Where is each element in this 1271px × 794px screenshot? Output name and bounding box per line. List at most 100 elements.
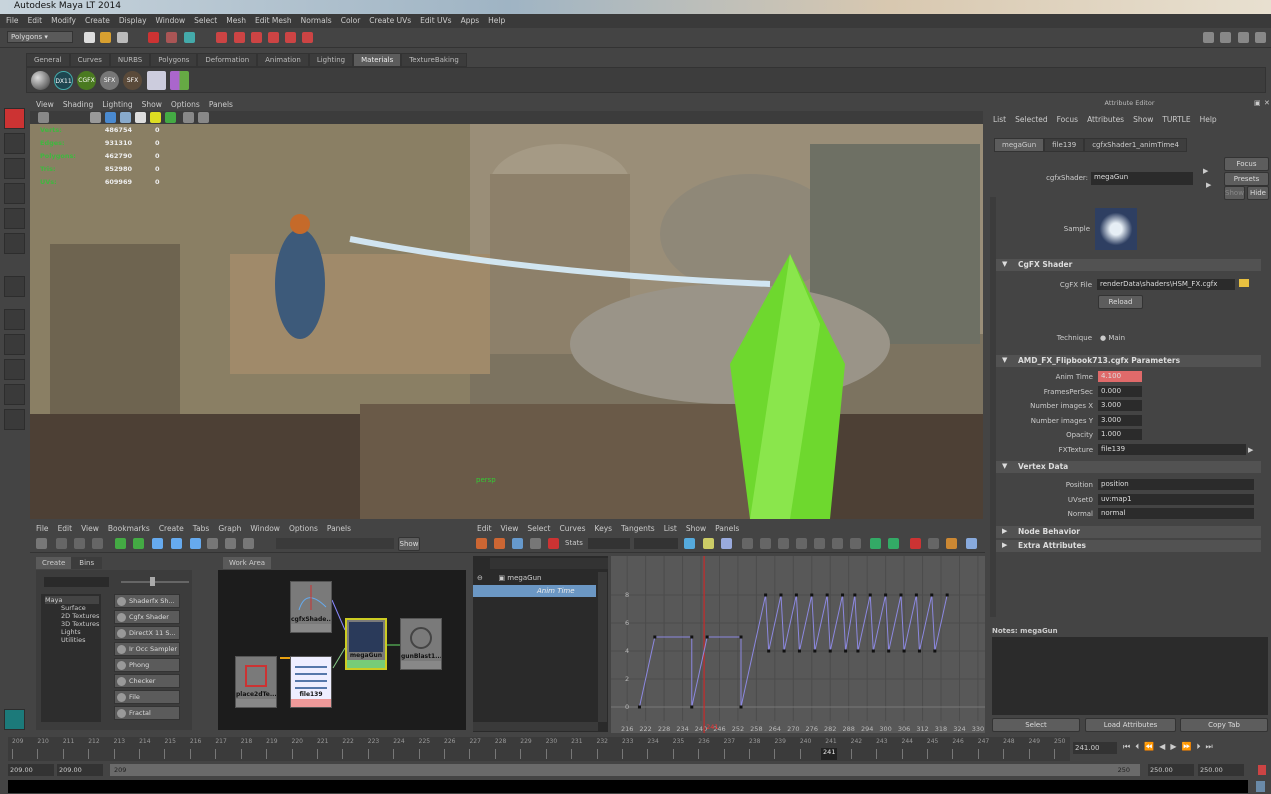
isolate-icon[interactable] xyxy=(165,112,176,123)
linear-tangent-icon[interactable] xyxy=(796,538,807,549)
cgfx-shader-node[interactable]: cgfxShade... xyxy=(290,581,332,633)
wireframe-on-shaded-icon[interactable] xyxy=(120,112,131,123)
keyframe[interactable] xyxy=(810,593,814,597)
stats-frame-field[interactable] xyxy=(588,538,630,549)
hypershade-menu-view[interactable]: View xyxy=(81,524,99,533)
keyframe[interactable] xyxy=(868,593,872,597)
playback-end-field[interactable]: 250.00 xyxy=(1148,764,1194,776)
go-to-end-icon[interactable]: ⏭ xyxy=(1205,742,1212,752)
outliner-item-anim-time[interactable]: Anim Time xyxy=(473,585,596,597)
float-panel-icon[interactable]: ▣ xyxy=(1254,99,1261,107)
menu-help[interactable]: Help xyxy=(488,16,505,26)
graph-network-icon[interactable] xyxy=(152,538,163,549)
library-item[interactable]: DirectX 11 S... xyxy=(114,626,180,640)
graph-menu-edit[interactable]: Edit xyxy=(477,524,492,533)
snap-plane-icon[interactable] xyxy=(268,32,279,43)
keyframe[interactable] xyxy=(856,649,860,653)
wireframe-icon[interactable] xyxy=(90,112,101,123)
graph-menu-list[interactable]: List xyxy=(664,524,677,533)
step-back-key-icon[interactable]: ⏪ xyxy=(1144,742,1154,752)
menu-set-dropdown[interactable]: Polygons ▾ xyxy=(7,31,73,43)
shelf-tab-materials[interactable]: Materials xyxy=(353,53,402,67)
tree-item-3d-textures[interactable]: 3D Textures xyxy=(61,620,99,628)
viewport-menu-shading[interactable]: Shading xyxy=(63,100,93,109)
snap-live-icon[interactable] xyxy=(302,32,313,43)
keyframe[interactable] xyxy=(767,649,771,653)
hypershade-menu-options[interactable]: Options xyxy=(289,524,318,533)
keyframe[interactable] xyxy=(902,649,906,653)
persp-graph-layout-icon[interactable] xyxy=(4,384,25,405)
menu-display[interactable]: Display xyxy=(119,16,147,26)
center-current-icon[interactable] xyxy=(721,538,732,549)
shaderfx-icon[interactable]: SFX xyxy=(100,71,119,90)
keyframe[interactable] xyxy=(825,593,829,597)
show-manipulator-icon[interactable] xyxy=(4,276,25,297)
snap-grid-icon[interactable] xyxy=(216,32,227,43)
camera-icon[interactable] xyxy=(38,112,49,123)
step-back-frame-icon[interactable]: ⏴ xyxy=(1135,742,1139,752)
technique-radio[interactable]: ● Main xyxy=(1100,334,1125,342)
library-item[interactable]: File xyxy=(114,690,180,704)
keyframe[interactable] xyxy=(813,649,817,653)
section-flipbook-parameters[interactable]: ▼ AMD_FX_Flipbook713.cgfx Parameters xyxy=(996,355,1261,367)
graph-curve-area[interactable]: 216 222 228 234 240 246 252 258 264 270 276 282 288 2… xyxy=(611,556,985,733)
outliner-filter-field[interactable] xyxy=(490,558,608,569)
keyframe[interactable] xyxy=(887,649,891,653)
ae-menu-attributes[interactable]: Attributes xyxy=(1087,115,1124,124)
keyframe[interactable] xyxy=(779,593,783,597)
keyframe[interactable] xyxy=(899,593,903,597)
playback-start-field[interactable]: 209.00 xyxy=(57,764,103,776)
xray-icon[interactable] xyxy=(183,112,194,123)
frame-playback-icon[interactable] xyxy=(703,538,714,549)
end-time-field[interactable]: 250.00 xyxy=(1198,764,1244,776)
top-tabs-icon[interactable] xyxy=(56,538,67,549)
outliner-item-object[interactable]: ⊖ ▣ megaGun xyxy=(477,574,541,582)
shelf-tab-curves[interactable]: Curves xyxy=(69,53,110,67)
show-button[interactable]: Show xyxy=(398,537,420,551)
current-time-field[interactable]: 241.00 xyxy=(1073,742,1117,754)
auto-tangent-icon[interactable] xyxy=(742,538,753,549)
menu-color[interactable]: Color xyxy=(341,16,361,26)
graph-menu-keys[interactable]: Keys xyxy=(595,524,613,533)
ae-menu-turtle[interactable]: TURTLE xyxy=(1162,115,1190,124)
ae-tab-file139[interactable]: file139 xyxy=(1044,138,1085,152)
menu-create-uvs[interactable]: Create UVs xyxy=(369,16,411,26)
ae-menu-selected[interactable]: Selected xyxy=(1015,115,1048,124)
keyframe[interactable] xyxy=(844,649,848,653)
keyframe[interactable] xyxy=(705,635,709,639)
keyframe[interactable] xyxy=(933,649,937,653)
tree-item-2d-textures[interactable]: 2D Textures xyxy=(61,612,99,620)
keyframe[interactable] xyxy=(764,593,768,597)
shelf-tab-deformation[interactable]: Deformation xyxy=(197,53,258,67)
attribute-scrollbar[interactable] xyxy=(990,197,996,617)
graph-menu-tangents[interactable]: Tangents xyxy=(621,524,655,533)
joint-xray-icon[interactable] xyxy=(198,112,209,123)
free-weights-icon[interactable] xyxy=(928,538,939,549)
library-item[interactable]: Phong xyxy=(114,658,180,672)
keyframe[interactable] xyxy=(917,649,921,653)
select-button[interactable]: Select xyxy=(992,718,1080,732)
range-slider-bar[interactable]: 209 250 xyxy=(110,764,1140,776)
menu-select[interactable]: Select xyxy=(194,16,217,26)
section-node-behavior[interactable]: ▶ Node Behavior xyxy=(996,526,1261,538)
lock-weights-icon[interactable] xyxy=(910,538,921,549)
keyframe[interactable] xyxy=(782,649,786,653)
cgfx-file-field[interactable]: renderData\shaders\HSM_FX.cgfx xyxy=(1097,279,1235,290)
perspective-viewport[interactable]: Verts: 486754 0 Edges: 931310 0 Polygons: 46279… xyxy=(30,124,983,519)
move-tool-icon[interactable] xyxy=(4,183,25,204)
vertex-field[interactable]: position xyxy=(1098,479,1254,490)
menu-edit-mesh[interactable]: Edit Mesh xyxy=(255,16,292,26)
shelf-tab-nurbs[interactable]: NURBS xyxy=(109,53,151,67)
select-hierarchy-icon[interactable] xyxy=(148,32,159,43)
shelf-tab-polygons[interactable]: Polygons xyxy=(150,53,198,67)
hypershade-icon[interactable] xyxy=(170,71,189,90)
hypershade-menu-window[interactable]: Window xyxy=(250,524,280,533)
channel-box-icon[interactable] xyxy=(1238,32,1249,43)
layout-icon[interactable] xyxy=(1203,32,1214,43)
output-icon[interactable] xyxy=(243,538,254,549)
place2dtexture-node[interactable]: place2dTe... xyxy=(235,656,277,708)
keyframe[interactable] xyxy=(945,593,949,597)
tab-bins[interactable]: Bins xyxy=(71,557,103,569)
auto-key-icon[interactable] xyxy=(1258,765,1266,775)
shelf-tab-general[interactable]: General xyxy=(26,53,70,67)
